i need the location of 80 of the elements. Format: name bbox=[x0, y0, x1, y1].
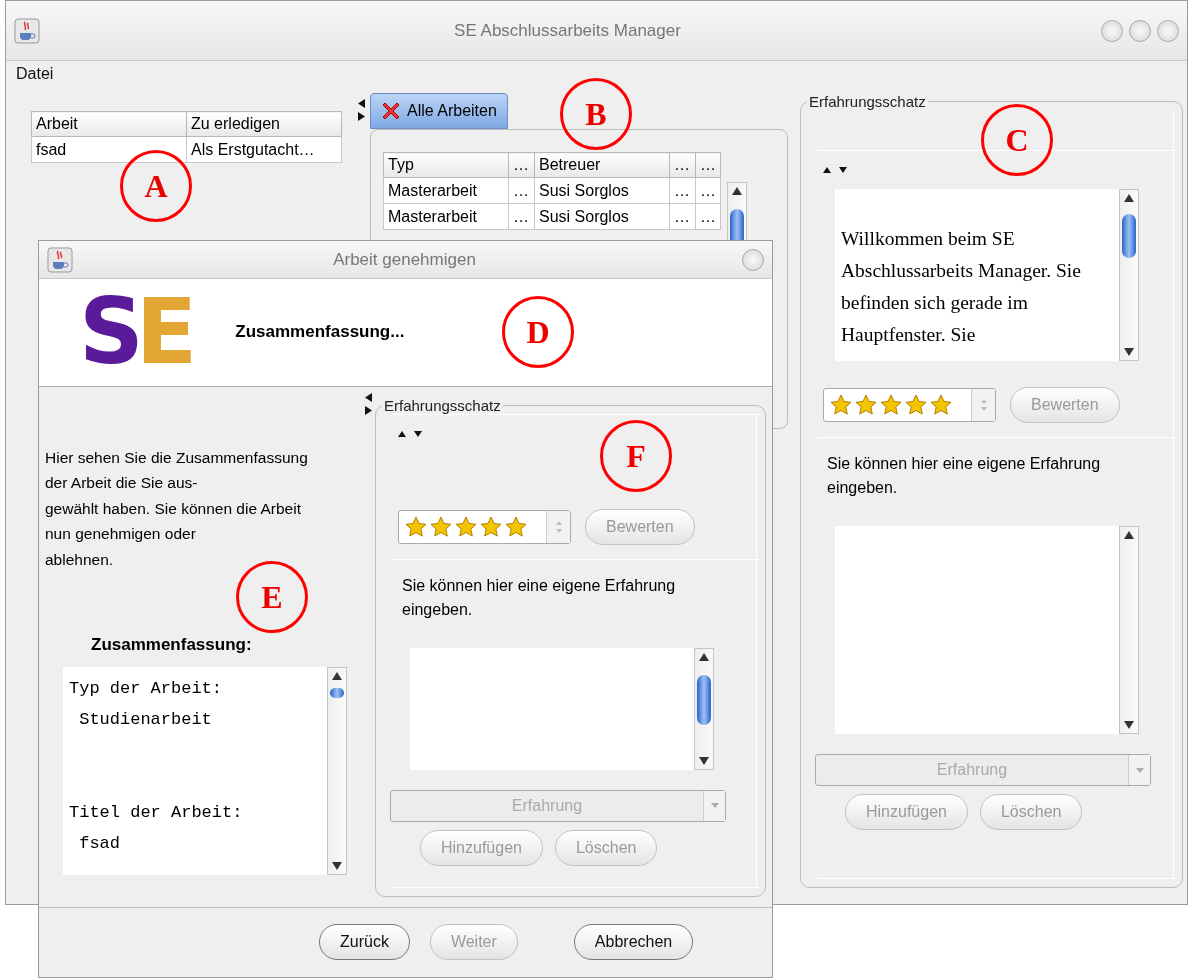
scroll-up-icon[interactable] bbox=[332, 672, 342, 681]
table-cell: Als Erstgutacht… bbox=[186, 136, 342, 163]
table-cell: … bbox=[508, 203, 535, 230]
scroll-thumb[interactable] bbox=[1122, 214, 1136, 258]
column-header[interactable]: … bbox=[695, 152, 721, 178]
star-icon bbox=[455, 515, 477, 538]
scroll-up-icon[interactable] bbox=[699, 652, 709, 661]
scroll-down-icon[interactable] bbox=[699, 756, 709, 765]
star-icon bbox=[880, 394, 902, 416]
rating-spinner[interactable] bbox=[823, 388, 996, 422]
scrollbar[interactable] bbox=[694, 647, 714, 770]
table-cell: … bbox=[508, 177, 535, 204]
expand-right-icon[interactable] bbox=[357, 112, 365, 121]
scroll-up-icon[interactable] bbox=[732, 187, 742, 195]
dropdown-arrow-icon bbox=[1135, 767, 1144, 773]
se-logo: SE bbox=[79, 287, 198, 378]
scroll-thumb[interactable] bbox=[697, 674, 711, 725]
star-icon bbox=[830, 394, 852, 416]
star-icon bbox=[430, 515, 452, 538]
welcome-text: Willkommen beim SE Abschlussarbeits Manager. Sie befinden sich gerade im Hauptfenster. Sie bbox=[840, 227, 1082, 347]
callout-marker: E bbox=[236, 561, 308, 633]
star-icon bbox=[930, 394, 952, 416]
callout-marker: B bbox=[560, 78, 632, 150]
scrollbar[interactable] bbox=[1119, 189, 1139, 361]
close-icon[interactable] bbox=[381, 101, 401, 121]
callout-marker: D bbox=[502, 296, 574, 368]
collapse-left-icon[interactable] bbox=[364, 392, 372, 402]
dialog-title: Arbeit genehmigen bbox=[332, 249, 477, 270]
table-cell: … bbox=[695, 203, 721, 230]
column-header[interactable]: Arbeit bbox=[31, 111, 187, 137]
wizard-button[interactable]: Abbrechen bbox=[573, 924, 694, 961]
table-cell: Susi Sorglos bbox=[534, 177, 670, 204]
spin-arrows-icon bbox=[554, 519, 563, 534]
column-header[interactable]: Zu erledigen bbox=[186, 111, 342, 137]
scroll-up-icon[interactable] bbox=[1124, 531, 1134, 539]
callout-marker: F bbox=[600, 420, 672, 492]
table-cell: fsad bbox=[31, 136, 187, 163]
column-header[interactable]: Betreuer bbox=[534, 152, 670, 178]
wizard-button[interactable]: Zurück bbox=[319, 924, 410, 961]
scroll-down-icon[interactable] bbox=[1124, 721, 1134, 729]
panel-title: Erfahrungsschatz bbox=[383, 396, 502, 414]
star-icon bbox=[480, 515, 502, 538]
dropdown-arrow-icon bbox=[710, 803, 719, 809]
tab[interactable]: Alle Arbeiten bbox=[370, 93, 508, 129]
coffee-cup-icon bbox=[14, 17, 40, 44]
hint-text: Sie können hier eine eigene Erfahrung eingeben. bbox=[402, 575, 677, 620]
column-header[interactable]: … bbox=[669, 152, 696, 178]
scroll-up-icon[interactable] bbox=[1124, 194, 1134, 202]
collapse-left-icon[interactable] bbox=[357, 99, 365, 108]
dialog-heading: Zusammenfassung... bbox=[235, 322, 405, 343]
scrollbar[interactable] bbox=[1119, 526, 1139, 734]
column-header[interactable]: … bbox=[508, 152, 535, 178]
menu-item[interactable]: Datei bbox=[16, 65, 54, 83]
hint-text: Sie können hier eine eigene Erfahrung eingeben. bbox=[827, 454, 1102, 498]
callout-marker: A bbox=[120, 150, 192, 222]
spin-arrows-icon bbox=[979, 398, 988, 412]
column-header[interactable]: Typ bbox=[383, 152, 509, 178]
scroll-down-icon[interactable] bbox=[1124, 348, 1134, 356]
coffee-cup-icon bbox=[47, 246, 73, 273]
window-title: SE Abschlussarbeits Manager bbox=[453, 20, 682, 41]
scrollbar[interactable] bbox=[727, 182, 747, 242]
expand-right-icon[interactable] bbox=[364, 405, 372, 415]
table-cell: … bbox=[695, 177, 721, 204]
star-icon bbox=[505, 515, 527, 538]
star-icon bbox=[405, 515, 427, 538]
star-icon bbox=[855, 394, 877, 416]
summary-label: Zusammenfassung: bbox=[91, 635, 253, 656]
panel-title: Erfahrungsschatz bbox=[808, 93, 927, 110]
table-cell: … bbox=[669, 177, 696, 204]
table-cell: Susi Sorglos bbox=[534, 203, 670, 230]
scrollbar[interactable] bbox=[327, 667, 347, 876]
callout-marker: C bbox=[981, 104, 1053, 176]
rating-spinner[interactable] bbox=[398, 509, 571, 544]
summary-text: Typ der Arbeit: Studienarbeit Titel der Arbeit: fsad bbox=[68, 678, 244, 856]
star-icon bbox=[905, 394, 927, 416]
table-cell: Masterarbeit bbox=[383, 177, 509, 204]
table-cell: … bbox=[669, 203, 696, 230]
table-cell: Masterarbeit bbox=[383, 203, 509, 230]
scroll-thumb[interactable] bbox=[330, 688, 344, 699]
scroll-down-icon[interactable] bbox=[332, 862, 342, 871]
